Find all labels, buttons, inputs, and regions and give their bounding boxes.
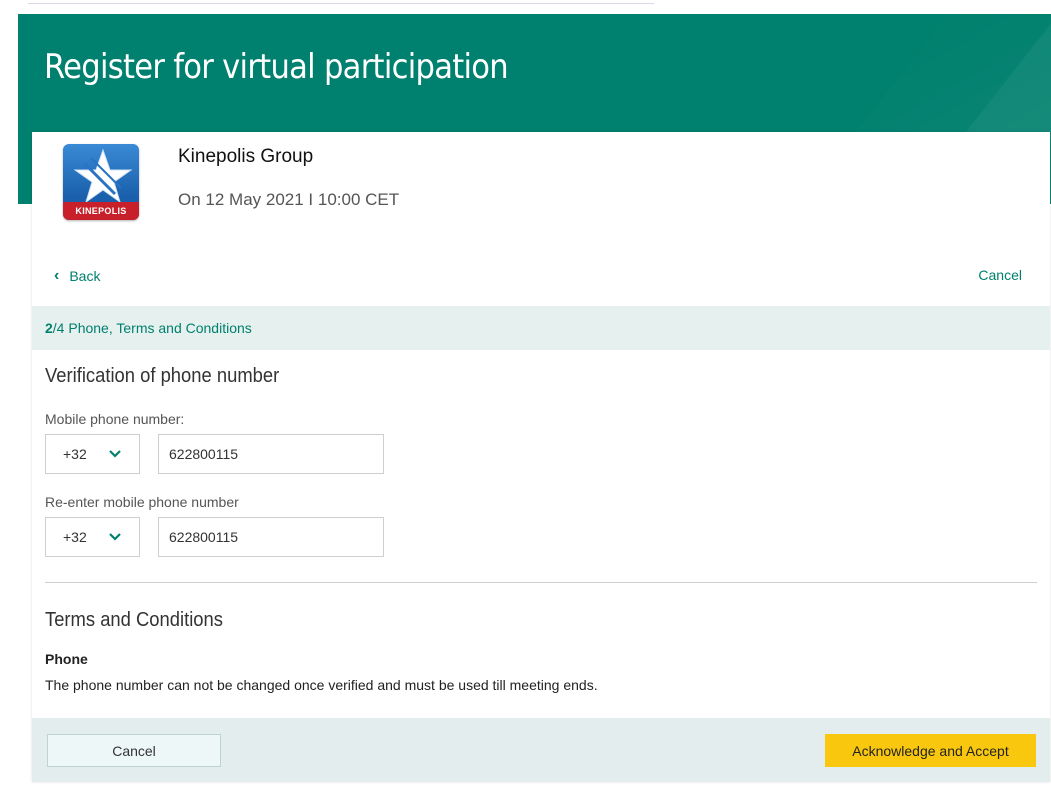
page-title: Register for virtual participation (44, 47, 509, 87)
mobile-country-code-select[interactable]: +32 (45, 434, 140, 474)
logo-wordmark: KINEPOLIS (63, 202, 139, 220)
top-strip (28, 0, 654, 4)
chevron-down-icon (109, 533, 121, 541)
cancel-link[interactable]: Cancel (978, 267, 1022, 283)
reenter-country-code-value: +32 (63, 529, 87, 545)
mobile-phone-input[interactable] (158, 434, 384, 474)
chevron-left-icon: ‹ (54, 267, 60, 284)
step-title: /4 Phone, Terms and Conditions (52, 320, 252, 336)
reenter-phone-input[interactable] (158, 517, 384, 557)
back-label: Back (69, 268, 101, 284)
back-link[interactable]: ‹ Back (54, 267, 100, 285)
step-indicator: 2/4 Phone, Terms and Conditions (32, 306, 1050, 350)
chevron-down-icon (109, 450, 121, 458)
terms-phone-text: The phone number can not be changed once… (45, 677, 598, 693)
acknowledge-accept-button[interactable]: Acknowledge and Accept (825, 734, 1036, 767)
mobile-phone-label: Mobile phone number: (45, 411, 185, 427)
mobile-country-code-value: +32 (63, 446, 87, 462)
company-name: Kinepolis Group (178, 146, 314, 167)
step-current: 2 (45, 320, 53, 336)
section-divider (45, 582, 1037, 583)
terms-phone-heading: Phone (45, 651, 88, 667)
registration-card: KINEPOLIS Kinepolis Group On 12 May 2021… (32, 132, 1050, 782)
terms-section-title: Terms and Conditions (45, 609, 223, 631)
reenter-phone-label: Re-enter mobile phone number (45, 494, 239, 510)
cancel-button[interactable]: Cancel (47, 734, 221, 767)
kinepolis-logo-icon: KINEPOLIS (63, 144, 139, 220)
event-datetime: On 12 May 2021 I 10:00 CET (178, 190, 400, 209)
action-footer: Cancel Acknowledge and Accept (32, 718, 1050, 782)
reenter-country-code-select[interactable]: +32 (45, 517, 140, 557)
phone-section-title: Verification of phone number (45, 365, 280, 387)
